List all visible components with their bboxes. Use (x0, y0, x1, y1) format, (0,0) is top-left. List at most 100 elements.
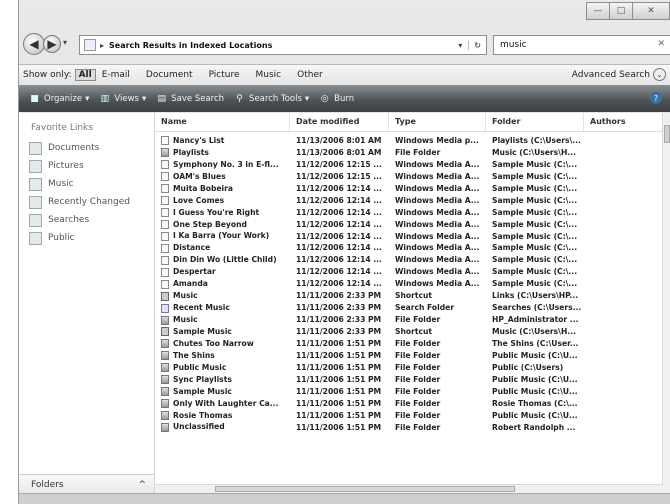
back-button[interactable]: ◀ (23, 33, 45, 55)
name-cell[interactable]: Unclassified (155, 422, 290, 434)
table-row[interactable]: Sync Playlists 11/11/2006 1:51 PM File Fol… (155, 374, 663, 386)
name-cell[interactable]: The Shins (155, 350, 290, 362)
table-row[interactable]: Only With Laughter Ca... 11/11/2006 1:51 … (155, 398, 663, 410)
name-cell[interactable]: Music (155, 314, 290, 326)
name-cell[interactable]: Music (155, 290, 290, 302)
help-icon[interactable]: ? (650, 92, 662, 104)
address-bar[interactable]: ▸ Search Results in Indexed Locations ▾ … (79, 35, 487, 55)
table-row[interactable]: Playlists 11/13/2006 8:01 AM File Folder Mu… (155, 147, 663, 159)
table-row[interactable]: One Step Beyond 11/12/2006 12:14 ... Windo… (155, 219, 663, 231)
views-button[interactable]: ▥ Views ▾ (99, 93, 147, 104)
table-row[interactable]: Sample Music 11/11/2006 1:51 PM File Folde… (155, 386, 663, 398)
name-cell[interactable]: OAM's Blues (155, 171, 290, 183)
column-name[interactable]: Name (155, 113, 290, 131)
table-row[interactable]: Din Din Wo (Little Child) 11/12/2006 12:1… (155, 254, 663, 266)
folder-file-icon (161, 387, 169, 397)
folder-file-icon (161, 148, 169, 158)
table-row[interactable]: I Ka Barra (Your Work) 11/12/2006 12:14 .… (155, 231, 663, 243)
nav-item-searches[interactable]: Searches (19, 211, 154, 229)
name-cell[interactable]: Symphony No. 3 in E-fl... (155, 159, 290, 171)
name-cell[interactable]: Only With Laughter Ca... (155, 398, 290, 410)
advanced-search-button[interactable]: Advanced Search ⌄ (572, 68, 666, 81)
filter-email-button[interactable]: E-mail (102, 70, 130, 80)
table-row[interactable]: Recent Music 11/11/2006 2:33 PM Search Fol… (155, 302, 663, 314)
table-row[interactable]: Symphony No. 3 in E-fl... 11/12/2006 12:1… (155, 159, 663, 171)
forward-button[interactable]: ▶ (43, 35, 61, 53)
table-row[interactable]: Muita Bobeira 11/12/2006 12:14 ... Windows… (155, 183, 663, 195)
name-cell[interactable]: Recent Music (155, 302, 290, 314)
table-row[interactable]: Amanda 11/12/2006 12:14 ... Windows Media … (155, 278, 663, 290)
table-row[interactable]: Public Music 11/11/2006 1:51 PM File Folde… (155, 362, 663, 374)
views-label: Views (114, 93, 139, 104)
name-cell[interactable]: Sync Playlists (155, 374, 290, 386)
name-cell[interactable]: Public Music (155, 362, 290, 374)
filter-other-button[interactable]: Other (297, 70, 323, 80)
table-row[interactable]: The Shins 11/11/2006 1:51 PM File Folder Pu… (155, 350, 663, 362)
table-row[interactable]: Sample Music 11/11/2006 2:33 PM Shortcut Mu… (155, 326, 663, 338)
breadcrumb-path[interactable]: Search Results in Indexed Locations (109, 41, 272, 50)
address-dropdown-icon[interactable]: ▾ (458, 41, 462, 50)
column-type[interactable]: Type (389, 113, 486, 131)
maximize-button[interactable]: □ (609, 2, 633, 20)
clear-search-icon[interactable]: ✕ (657, 39, 665, 49)
name-cell[interactable]: I Ka Barra (Your Work) (155, 231, 290, 243)
scroll-thumb[interactable] (215, 486, 515, 492)
organize-button[interactable]: ■ Organize ▾ (29, 93, 89, 104)
name-cell[interactable]: Nancy's List (155, 135, 290, 147)
minimize-button[interactable]: — (586, 2, 610, 20)
name-cell[interactable]: Despertar (155, 266, 290, 278)
date-cell: 11/11/2006 2:33 PM (296, 315, 382, 325)
folders-toggle[interactable]: Folders ^ (19, 474, 154, 494)
table-row[interactable]: Music 11/11/2006 2:33 PM Shortcut Links (C:… (155, 290, 663, 302)
table-row[interactable]: Nancy's List 11/13/2006 8:01 AM Windows Me… (155, 135, 663, 147)
vertical-scrollbar[interactable] (662, 113, 670, 494)
refresh-icon[interactable]: ↻ (468, 40, 486, 50)
name-cell[interactable]: I Guess You're Right (155, 207, 290, 219)
name-cell[interactable]: Sample Music (155, 326, 290, 338)
column-date-modified[interactable]: Date modified (290, 113, 389, 131)
table-row[interactable]: Love Comes 11/12/2006 12:14 ... Windows Me… (155, 195, 663, 207)
nav-item-music[interactable]: Music (19, 175, 154, 193)
burn-button[interactable]: ◎ Burn (319, 93, 354, 104)
name-cell[interactable]: Chutes Too Narrow (155, 338, 290, 350)
table-row[interactable]: Unclassified 11/11/2006 1:51 PM File Folde… (155, 422, 663, 434)
close-button[interactable]: ✕ (632, 2, 670, 20)
name-cell[interactable]: Playlists (155, 147, 290, 159)
table-row[interactable]: Rosie Thomas 11/11/2006 1:51 PM File Folde… (155, 410, 663, 422)
column-folder[interactable]: Folder (486, 113, 584, 131)
table-row[interactable]: Music 11/11/2006 2:33 PM File Folder HP_Adm… (155, 314, 663, 326)
nav-item-recently-changed[interactable]: Recently Changed (19, 193, 154, 211)
table-row[interactable]: I Guess You're Right 11/12/2006 12:14 ...… (155, 207, 663, 219)
nav-item-public[interactable]: Public (19, 229, 154, 247)
name-cell[interactable]: Love Comes (155, 195, 290, 207)
breadcrumb-separator-icon[interactable]: ▸ (100, 41, 104, 50)
scroll-thumb[interactable] (664, 125, 670, 143)
file-name: One Step Beyond (173, 219, 247, 229)
save-search-button[interactable]: ▤ Save Search (156, 93, 225, 104)
table-row[interactable]: Distance 11/12/2006 12:14 ... Windows Medi… (155, 242, 663, 254)
column-authors[interactable]: Authors (584, 113, 663, 131)
filter-all-button[interactable]: All (74, 69, 96, 81)
name-cell[interactable]: Muita Bobeira (155, 183, 290, 195)
folder-file-icon (161, 363, 169, 373)
search-tools-button[interactable]: ⚲ Search Tools ▾ (234, 93, 309, 104)
recent-pages-icon[interactable]: ▾ (63, 38, 67, 47)
name-cell[interactable]: Amanda (155, 278, 290, 290)
table-row[interactable]: Chutes Too Narrow 11/11/2006 1:51 PM File … (155, 338, 663, 350)
table-row[interactable]: Despertar 11/12/2006 12:14 ... Windows Med… (155, 266, 663, 278)
table-row[interactable]: OAM's Blues 11/12/2006 12:15 ... Windows M… (155, 171, 663, 183)
nav-item-pictures[interactable]: Pictures (19, 157, 154, 175)
filter-music-button[interactable]: Music (256, 70, 282, 80)
authors-cell (584, 195, 663, 207)
name-cell[interactable]: Din Din Wo (Little Child) (155, 254, 290, 266)
nav-item-documents[interactable]: Documents (19, 139, 154, 157)
name-cell[interactable]: Distance (155, 242, 290, 254)
filter-picture-button[interactable]: Picture (209, 70, 240, 80)
search-input[interactable]: music ✕ (493, 35, 670, 55)
name-cell[interactable]: Sample Music (155, 386, 290, 398)
filter-document-button[interactable]: Document (146, 70, 193, 80)
name-cell[interactable]: One Step Beyond (155, 219, 290, 231)
file-name: Public Music (173, 362, 227, 372)
name-cell[interactable]: Rosie Thomas (155, 410, 290, 422)
file-name: Sample Music (173, 386, 232, 396)
